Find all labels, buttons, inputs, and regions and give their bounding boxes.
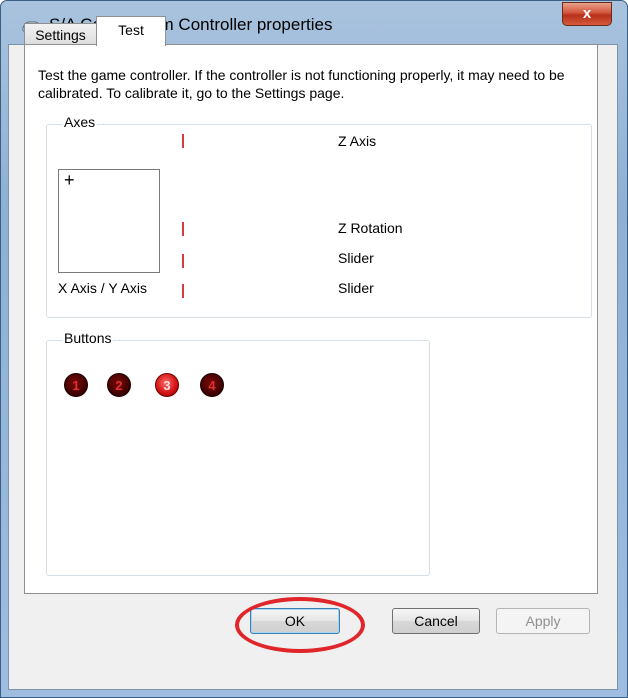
- buttons-groupbox: [46, 340, 430, 576]
- tab-settings[interactable]: Settings: [24, 23, 97, 45]
- slider-1-indicator: [182, 254, 184, 268]
- controller-button-1-indicator: 1: [64, 373, 88, 397]
- crosshair-icon: +: [64, 170, 75, 190]
- z-rotation-indicator: [182, 222, 184, 236]
- axes-group-label: Axes: [62, 114, 98, 130]
- slider-2-indicator: [182, 284, 184, 298]
- slider-2-label: Slider: [338, 280, 374, 296]
- test-description: Test the game controller. If the control…: [38, 67, 565, 101]
- cancel-button[interactable]: Cancel: [392, 608, 480, 634]
- z-axis-label: Z Axis: [338, 133, 377, 149]
- z-axis-indicator: [182, 134, 184, 148]
- tab-test[interactable]: Test: [96, 16, 166, 46]
- apply-button[interactable]: Apply: [496, 608, 590, 634]
- buttons-group-label: Buttons: [62, 330, 114, 346]
- close-button[interactable]: x: [562, 2, 612, 26]
- controller-button-4-indicator: 4: [200, 373, 224, 397]
- slider-1-label: Slider: [338, 250, 374, 266]
- ok-button[interactable]: OK: [250, 608, 340, 634]
- z-rotation-label: Z Rotation: [338, 220, 403, 236]
- controller-button-3-indicator: 3: [155, 373, 179, 397]
- controller-button-2-indicator: 2: [107, 373, 131, 397]
- xy-axis-label: X Axis / Y Axis: [58, 280, 147, 296]
